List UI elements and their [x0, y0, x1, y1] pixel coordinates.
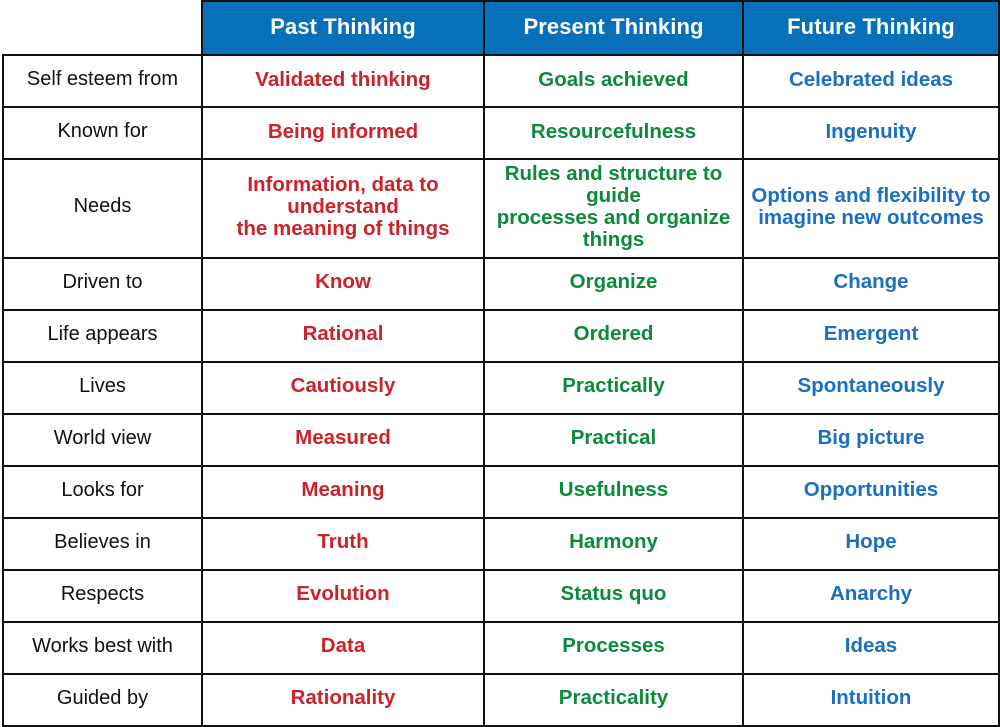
cell-text-line1: Rules and structure to guide	[504, 162, 723, 208]
table-row: Known for Being informed Resourcefulness In…	[2, 106, 1000, 160]
cell-present: Harmony	[483, 516, 744, 571]
cell-past: Rational	[201, 308, 485, 363]
table-row: Works best with Data Processes Ideas	[2, 620, 1000, 675]
table-header: Past Thinking Present Thinking Future Th…	[3, 0, 1000, 56]
table-row: Lives Cautiously Practically Spontaneously	[2, 360, 1000, 415]
column-header-past-thinking: Past Thinking	[201, 0, 485, 56]
cell-future: Hope	[742, 516, 1000, 571]
column-header-future-thinking: Future Thinking	[742, 0, 1000, 56]
cell-future: Big picture	[742, 412, 1000, 467]
cell-future: Change	[742, 256, 1000, 311]
row-label: Guided by	[2, 672, 203, 727]
cell-future: Emergent	[742, 308, 1000, 363]
column-header-present-thinking: Present Thinking	[483, 0, 744, 56]
cell-present: Usefulness	[483, 464, 744, 519]
table-row: Respects Evolution Status quo Anarchy	[2, 568, 1000, 623]
cell-present: Organize	[483, 256, 744, 311]
cell-present: Rules and structure to guide processes an…	[483, 158, 744, 259]
table-row: Guided by Rationality Practicality Intuitio…	[2, 672, 1000, 727]
cell-past: Truth	[201, 516, 485, 571]
cell-future: Options and flexibility to imagine new ou…	[742, 158, 1000, 259]
cell-past: Evolution	[201, 568, 485, 623]
cell-past: Data	[201, 620, 485, 675]
cell-past: Being informed	[201, 106, 485, 160]
table-row: World view Measured Practical Big picture	[2, 412, 1000, 467]
table-body: Self esteem from Validated thinking Goals …	[2, 54, 1000, 727]
cell-text-line2: imagine new outcomes	[758, 206, 984, 230]
cell-future: Intuition	[742, 672, 1000, 727]
table-header-row: Past Thinking Present Thinking Future Th…	[3, 0, 1000, 56]
cell-present: Goals achieved	[483, 54, 744, 108]
row-label: Respects	[2, 568, 203, 623]
cell-future: Ingenuity	[742, 106, 1000, 160]
thinking-comparison-table: Past Thinking Present Thinking Future Th…	[2, 0, 1000, 727]
table-row: Believes in Truth Harmony Hope	[2, 516, 1000, 571]
cell-present: Processes	[483, 620, 744, 675]
table-row: Self esteem from Validated thinking Goals …	[2, 54, 1000, 108]
row-label: Works best with	[2, 620, 203, 675]
cell-future: Spontaneously	[742, 360, 1000, 415]
row-label: Looks for	[2, 464, 203, 519]
cell-present: Practically	[483, 360, 744, 415]
cell-past: Know	[201, 256, 485, 311]
cell-past: Measured	[201, 412, 485, 467]
cell-present: Ordered	[483, 308, 744, 363]
cell-present: Practical	[483, 412, 744, 467]
row-label: Needs	[2, 158, 203, 259]
table-row: Driven to Know Organize Change	[2, 256, 1000, 311]
cell-text-line2: processes and organize things	[496, 206, 731, 252]
cell-text-line1: Information, data to understand	[247, 173, 439, 219]
row-label: Believes in	[2, 516, 203, 571]
cell-text-line1: Options and flexibility to	[751, 184, 991, 208]
cell-text-line2: the meaning of things	[236, 217, 450, 241]
cell-present: Status quo	[483, 568, 744, 623]
table-row: Needs Information, data to understand the …	[2, 158, 1000, 259]
cell-future: Opportunities	[742, 464, 1000, 519]
row-label: Self esteem from	[2, 54, 203, 108]
row-label: Lives	[2, 360, 203, 415]
row-label: Driven to	[2, 256, 203, 311]
cell-past: Meaning	[201, 464, 485, 519]
cell-past: Validated thinking	[201, 54, 485, 108]
cell-past: Information, data to understand the meani…	[201, 158, 485, 259]
thinking-comparison-table-container: Past Thinking Present Thinking Future Th…	[0, 0, 1000, 727]
cell-past: Rationality	[201, 672, 485, 727]
cell-future: Celebrated ideas	[742, 54, 1000, 108]
row-label: Life appears	[2, 308, 203, 363]
cell-future: Ideas	[742, 620, 1000, 675]
cell-present: Resourcefulness	[483, 106, 744, 160]
table-row: Life appears Rational Ordered Emergent	[2, 308, 1000, 363]
row-label: World view	[2, 412, 203, 467]
cell-past: Cautiously	[201, 360, 485, 415]
cell-future: Anarchy	[742, 568, 1000, 623]
cell-present: Practicality	[483, 672, 744, 727]
table-corner-blank	[3, 1, 202, 55]
table-row: Looks for Meaning Usefulness Opportunities	[2, 464, 1000, 519]
row-label: Known for	[2, 106, 203, 160]
